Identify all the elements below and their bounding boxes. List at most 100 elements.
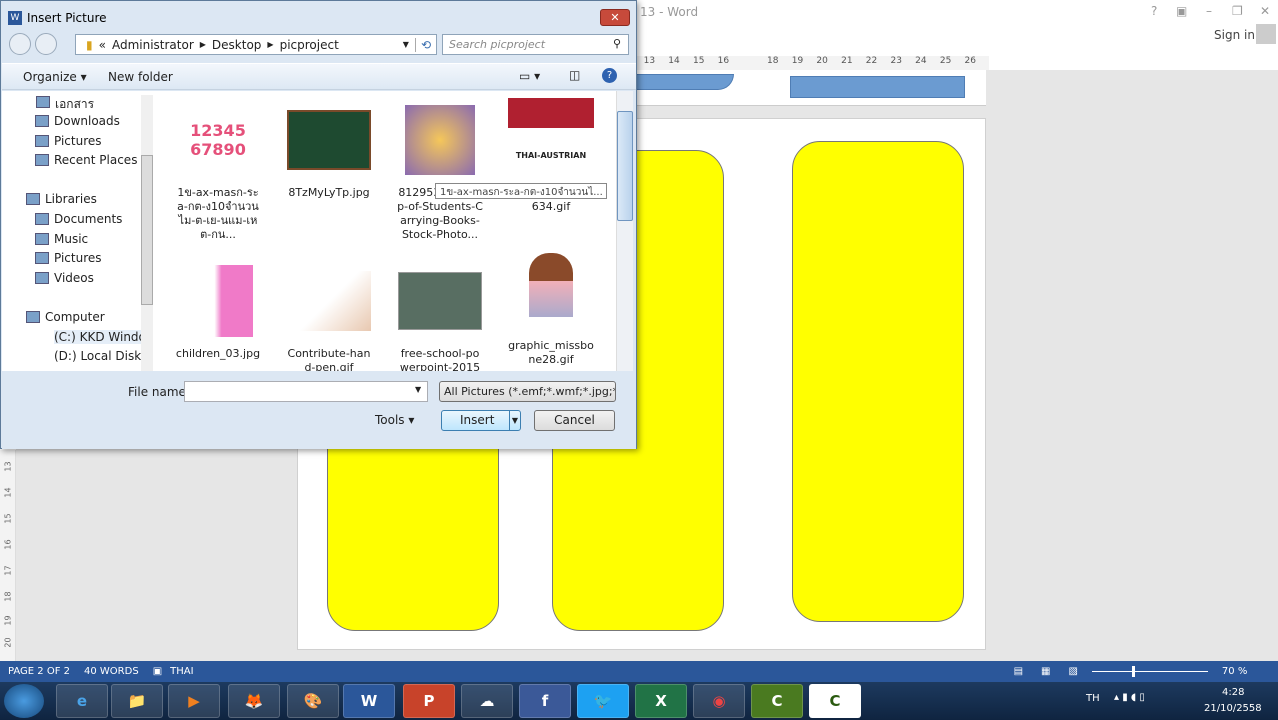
breadcrumb-item[interactable]: picproject <box>280 38 339 52</box>
taskbar-explorer[interactable]: 📁 <box>111 684 163 718</box>
file-item[interactable]: 812953...-Group-of-Students-Carrying-Boo… <box>397 98 483 242</box>
zoom-level[interactable]: 70 % <box>1222 666 1247 677</box>
taskbar-camtasia-2[interactable]: C <box>809 684 861 718</box>
start-button[interactable] <box>4 684 44 718</box>
breadcrumb-item[interactable]: Desktop <box>212 38 262 52</box>
taskbar-chrome[interactable]: ◉ <box>693 684 745 718</box>
file-thumbnail <box>397 98 483 182</box>
nav-item[interactable]: เอกสาร <box>36 95 94 114</box>
file-name-input[interactable] <box>184 381 428 402</box>
nav-scrollbar[interactable] <box>141 95 153 371</box>
cancel-button[interactable]: Cancel <box>534 410 615 431</box>
breadcrumb-overflow[interactable]: « <box>99 38 106 52</box>
navigation-pane: เอกสาร Downloads Pictures Recent Places … <box>2 91 154 371</box>
clock-date[interactable]: 21/10/2558 <box>1204 703 1262 714</box>
file-thumbnail <box>508 251 594 335</box>
file-type-select[interactable]: All Pictures (*.emf;*.wmf;*.jpg;* <box>439 381 616 402</box>
close-icon[interactable]: ✕ <box>1260 4 1270 18</box>
page-count[interactable]: PAGE 2 OF 2 <box>8 666 70 677</box>
word-title: 13 - Word <box>640 5 699 19</box>
organize-button[interactable]: Organize ▾ <box>23 70 87 84</box>
taskbar-camtasia[interactable]: C <box>751 684 803 718</box>
search-input[interactable]: Search picproject <box>442 34 629 55</box>
close-button[interactable]: ✕ <box>600 9 630 26</box>
file-item[interactable]: free-school-powerpoint-20150525 125509_5… <box>397 259 483 371</box>
nav-item-computer[interactable]: Computer <box>26 310 105 324</box>
tools-button[interactable]: Tools ▾ <box>375 413 414 427</box>
clock-time[interactable]: 4:28 <box>1222 687 1244 698</box>
taskbar-firefox[interactable]: 🦊 <box>228 684 280 718</box>
back-button[interactable] <box>9 33 31 55</box>
ruler-tick: 16 <box>717 56 730 66</box>
search-icon[interactable]: ⚲ <box>613 37 621 50</box>
tray-icons[interactable]: ▴ ▮ ◖ ▯ <box>1114 692 1145 703</box>
print-layout-icon[interactable]: ▦ <box>1041 666 1050 677</box>
avatar[interactable] <box>1256 24 1276 44</box>
file-name: Contribute-hand-pen.gif <box>287 347 371 371</box>
refresh-icon[interactable]: ⟲ <box>414 37 436 52</box>
zoom-slider[interactable] <box>1091 666 1208 677</box>
nav-item-recent-places[interactable]: Recent Places <box>35 153 137 167</box>
taskbar-ie[interactable]: e <box>56 684 108 718</box>
proofing-icon[interactable]: ▣ <box>153 666 162 677</box>
taskbar-powerpoint[interactable]: P <box>403 684 455 718</box>
horizontal-ruler[interactable]: 13 14 15 16 18 19 20 21 22 23 24 25 26 <box>637 56 989 70</box>
taskbar-paint[interactable]: 🎨 <box>287 684 339 718</box>
command-bar: Organize ▾ New folder ▭ ▾ ◫ ? <box>2 63 636 90</box>
taskbar-cloud[interactable]: ☁ <box>461 684 513 718</box>
nav-item-c-drive[interactable]: (C:) KKD Window <box>54 330 142 344</box>
nav-item-downloads[interactable]: Downloads <box>35 114 120 128</box>
file-item[interactable]: 8TzMyLyTp.jpg <box>286 98 372 200</box>
nav-item-pictures[interactable]: Pictures <box>35 134 102 148</box>
view-options-icon[interactable]: ▭ ▾ <box>519 69 540 83</box>
help-icon[interactable]: ? <box>1151 4 1157 18</box>
maximize-icon[interactable]: ❐ <box>1232 4 1243 18</box>
help-icon[interactable]: ? <box>602 68 617 83</box>
file-list-scrollbar[interactable] <box>616 91 633 371</box>
taskbar-excel[interactable]: X <box>635 684 687 718</box>
nav-item-libraries[interactable]: Libraries <box>26 192 97 206</box>
nav-item-pictures[interactable]: Pictures <box>35 251 102 265</box>
ruler-tick: 14 <box>668 56 680 66</box>
file-thumbnail <box>286 259 372 343</box>
word-icon: W <box>8 11 22 25</box>
taskbar-twitter[interactable]: 🐦 <box>577 684 629 718</box>
nav-item-music[interactable]: Music <box>35 232 88 246</box>
file-item[interactable]: graphic_missbone28.gif <box>508 251 594 367</box>
ruler-tick: 19 <box>3 615 13 626</box>
chevron-down-icon[interactable]: ▼ <box>415 385 421 394</box>
nav-item-documents[interactable]: Documents <box>35 212 122 226</box>
taskbar-word[interactable]: W <box>343 684 395 718</box>
ribbon-options-icon[interactable]: ▣ <box>1176 4 1187 18</box>
ruler-tick: 25 <box>939 56 952 66</box>
blue-shape[interactable] <box>790 76 965 98</box>
input-language[interactable]: TH <box>1086 693 1100 704</box>
nav-item-videos[interactable]: Videos <box>35 271 94 285</box>
breadcrumb-item[interactable]: Administrator <box>112 38 194 52</box>
yellow-shape[interactable] <box>792 141 964 622</box>
new-folder-button[interactable]: New folder <box>108 70 173 84</box>
sign-in-link[interactable]: Sign in <box>1214 28 1255 42</box>
file-item[interactable]: children_03.jpg <box>175 259 261 361</box>
chevron-right-icon[interactable]: ▶ <box>200 40 206 49</box>
chevron-down-icon[interactable]: ▼ <box>403 40 409 49</box>
chevron-right-icon[interactable]: ▶ <box>267 40 273 49</box>
ruler-tick: 18 <box>3 591 13 602</box>
web-layout-icon[interactable]: ▧ <box>1068 666 1077 677</box>
insert-button[interactable]: Insert ▼ <box>441 410 521 431</box>
file-item[interactable]: Contribute-hand-pen.gif <box>286 259 372 371</box>
word-count[interactable]: 40 WORDS <box>84 666 139 677</box>
preview-pane-icon[interactable]: ◫ <box>569 68 580 82</box>
language[interactable]: THAI <box>170 666 193 677</box>
minimize-icon[interactable]: – <box>1206 4 1212 18</box>
ruler-tick: 16 <box>3 539 13 550</box>
nav-item-d-drive[interactable]: (D:) Local Disk <box>54 349 141 363</box>
file-item[interactable]: 12345 67890 1ข-ax-masก-ระa-กต-ง10จำนวนไม-… <box>175 98 261 242</box>
ruler-tick <box>736 56 761 70</box>
forward-button[interactable] <box>35 33 57 55</box>
vertical-ruler[interactable]: 13 14 15 16 17 18 19 20 <box>0 450 16 661</box>
taskbar-media[interactable]: ▶ <box>168 684 220 718</box>
taskbar-facebook[interactable]: f <box>519 684 571 718</box>
read-mode-icon[interactable]: ▤ <box>1014 666 1023 677</box>
address-bar[interactable]: ▮ « Administrator ▶ Desktop ▶ picproject ▼… <box>75 34 437 55</box>
